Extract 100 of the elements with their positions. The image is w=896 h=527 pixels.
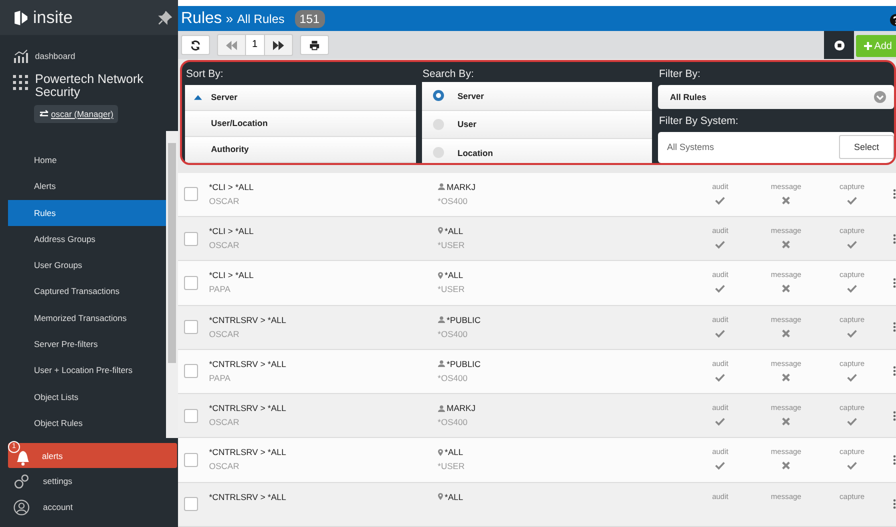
sort-option[interactable]: Server <box>185 84 416 111</box>
select-button[interactable]: Select <box>838 135 894 160</box>
nav-item[interactable]: Home <box>8 147 166 174</box>
row-checkbox[interactable] <box>184 232 198 246</box>
refresh-button[interactable] <box>181 35 210 56</box>
system-name: OSCAR <box>209 461 240 472</box>
grid-icon[interactable] <box>13 75 28 90</box>
product-name: Powertech Network Security <box>35 73 144 99</box>
scrollbar[interactable] <box>166 131 178 438</box>
user-profile: *USER <box>438 284 466 294</box>
system-name: PAPA <box>209 284 232 294</box>
server-name: *CNTRLSRV > *ALL <box>209 403 288 414</box>
filter-system-label: Filter By System: <box>658 114 740 129</box>
breadcrumb-current: All Rules <box>237 12 284 26</box>
rule-count-badge: 151 <box>294 10 325 28</box>
row-checkbox[interactable] <box>184 408 198 423</box>
row-checkbox[interactable] <box>184 364 198 378</box>
user-profile: *OS400 <box>438 372 468 383</box>
gears-icon[interactable] <box>13 472 30 490</box>
breadcrumb-separator: » <box>226 11 234 26</box>
row-checkbox[interactable] <box>184 276 198 290</box>
location-pin-icon <box>438 448 443 456</box>
user-name: *ALL <box>444 492 464 502</box>
row-checkbox[interactable] <box>184 320 198 334</box>
account-link[interactable]: account <box>43 502 73 512</box>
user-icon[interactable] <box>13 498 30 516</box>
user-name: *ALL <box>444 270 464 280</box>
system-field[interactable]: All Systems <box>667 142 714 152</box>
user-icon <box>438 360 445 368</box>
chevron-down-icon <box>874 91 886 104</box>
more-options-icon[interactable] <box>893 499 896 510</box>
settings-link[interactable]: settings <box>43 476 72 486</box>
row-checkbox[interactable] <box>184 187 198 202</box>
more-options-icon[interactable] <box>893 455 896 466</box>
filter-label: Filter By: <box>658 67 702 82</box>
more-options-icon[interactable] <box>893 410 896 421</box>
sort-option[interactable]: Authority <box>185 136 416 163</box>
nav-item[interactable]: Alerts <box>8 173 166 200</box>
location-pin-icon <box>438 493 443 500</box>
system-name: OSCAR <box>209 240 240 250</box>
nav-item[interactable]: Server Pre-filters <box>8 331 166 358</box>
more-options-icon[interactable] <box>893 366 896 376</box>
row-checkbox[interactable] <box>184 453 198 468</box>
chart-icon[interactable] <box>13 48 29 64</box>
server-name: *CLI > *ALL <box>209 182 255 192</box>
user-icon <box>438 183 445 190</box>
stop-button[interactable] <box>824 31 854 60</box>
more-options-icon[interactable] <box>893 278 896 288</box>
page-number: 1 <box>245 35 265 56</box>
user-profile: *OS400 <box>438 196 468 206</box>
user-icon <box>438 404 445 412</box>
user-name: *ALL <box>444 226 464 236</box>
print-button[interactable] <box>300 35 329 56</box>
alerts-label: alerts <box>42 450 63 460</box>
user-profile: *USER <box>438 240 466 250</box>
pin-icon[interactable] <box>158 10 172 24</box>
more-options-icon[interactable] <box>893 189 896 200</box>
user-switch-button[interactable]: oscar (Manager) <box>34 105 118 123</box>
dashboard-link[interactable]: dashboard <box>35 51 76 61</box>
server-name: *CNTRLSRV > *ALL <box>209 358 288 369</box>
search-option: User <box>458 119 476 130</box>
row-checkbox[interactable] <box>184 497 198 512</box>
nav-item[interactable]: User Groups <box>8 252 166 278</box>
system-name: OSCAR <box>209 417 240 428</box>
nav-item[interactable]: Rules <box>8 200 166 226</box>
user-name: *PUBLIC <box>446 358 481 369</box>
radio-button[interactable] <box>432 147 444 158</box>
radio-button[interactable] <box>432 118 444 130</box>
nav-item[interactable]: Memorized Transactions <box>8 304 166 332</box>
search-option: Server <box>458 90 484 101</box>
search-option: Location <box>458 148 493 158</box>
radio-button[interactable] <box>432 90 444 102</box>
server-name: *CLI > *ALL <box>209 226 255 236</box>
sort-label: Sort By: <box>185 67 224 82</box>
stop-icon <box>834 40 845 51</box>
logo-icon <box>13 10 29 26</box>
nav-item[interactable]: Object Rules <box>8 410 166 436</box>
nav-item[interactable]: Captured Transactions <box>8 278 166 305</box>
user-profile: *OS400 <box>438 328 468 338</box>
server-name: *CNTRLSRV > *ALL <box>209 447 288 458</box>
server-name: *CNTRLSRV > *ALL <box>209 314 288 324</box>
server-name: *CLI > *ALL <box>209 270 255 280</box>
nav-item[interactable]: Object Lists <box>8 384 166 410</box>
plus-icon <box>864 42 872 50</box>
more-options-icon[interactable] <box>893 322 896 332</box>
printer-icon <box>308 40 320 51</box>
search-label: Search By: <box>422 67 475 82</box>
user-profile: *USER <box>438 461 466 472</box>
system-name: PAPA <box>209 372 232 383</box>
more-options-icon[interactable] <box>893 234 896 244</box>
user-name: MARKJ <box>446 182 476 192</box>
nav-item[interactable]: Address Groups <box>8 226 166 252</box>
user-name: MARKJ <box>446 403 476 414</box>
sort-ascending-icon <box>194 94 202 100</box>
user-name: *ALL <box>444 447 464 458</box>
sort-option[interactable]: User/Location <box>185 110 416 137</box>
user-name: *PUBLIC <box>446 314 481 324</box>
filter-dropdown[interactable]: All Rules <box>658 85 894 109</box>
page-title: Rules <box>181 10 222 28</box>
nav-item[interactable]: User + Location Pre-filters <box>8 357 166 384</box>
